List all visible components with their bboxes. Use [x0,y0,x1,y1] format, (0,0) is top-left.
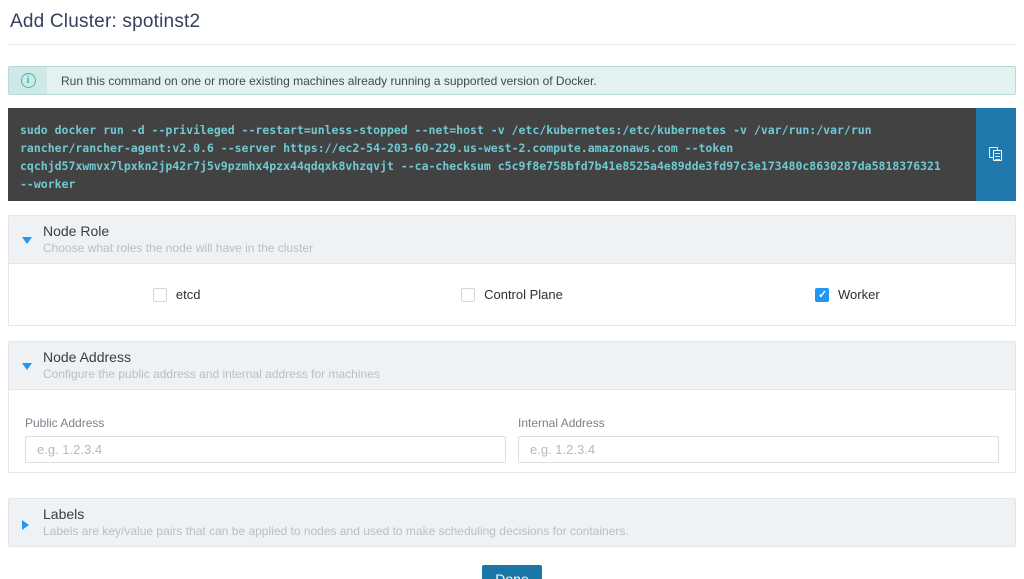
page-title: Add Cluster: spotinst2 [8,0,1016,33]
node-role-section: Node Role Choose what roles the node wil… [8,215,1016,326]
checkbox-worker[interactable]: Worker [815,287,880,302]
internal-address-label: Internal Address [518,416,999,430]
control-plane-label: Control Plane [484,287,563,302]
docker-command-block: sudo docker run -d --privileged --restar… [8,108,1016,201]
public-address-field-group: Public Address [25,416,506,463]
title-divider [8,44,1016,45]
internal-address-input[interactable] [518,436,999,463]
node-address-subtitle: Configure the public address and interna… [43,367,1003,381]
node-role-title: Node Role [43,223,1003,239]
add-cluster-page: Add Cluster: spotinst2 i Run this comman… [0,0,1024,579]
checkbox-etcd[interactable]: etcd [153,287,201,302]
node-role-options: etcd Control Plane Worker [9,263,1015,325]
chevron-down-icon [22,363,32,370]
banner-text: Run this command on one or more existing… [47,67,597,94]
done-button[interactable]: Done [482,565,541,579]
internal-address-field-group: Internal Address [518,416,999,463]
public-address-label: Public Address [25,416,506,430]
copy-command-button[interactable] [976,108,1016,201]
node-address-header[interactable]: Node Address Configure the public addres… [9,342,1015,389]
chevron-right-icon [22,520,29,530]
node-role-subtitle: Choose what roles the node will have in … [43,241,1003,255]
docker-command-text: sudo docker run -d --privileged --restar… [8,108,976,201]
info-icon: i [21,73,36,88]
etcd-checkbox[interactable] [153,288,167,302]
node-address-section: Node Address Configure the public addres… [8,341,1016,473]
worker-label: Worker [838,287,880,302]
node-address-fields: Public Address Internal Address [9,389,1015,472]
clipboard-copy-icon [988,147,1004,163]
node-address-title: Node Address [43,349,1003,365]
info-icon-cell: i [9,67,47,94]
control-plane-checkbox[interactable] [461,288,475,302]
etcd-label: etcd [176,287,201,302]
labels-title: Labels [43,506,1003,522]
node-role-header[interactable]: Node Role Choose what roles the node wil… [9,216,1015,263]
labels-section: Labels Labels are key/value pairs that c… [8,498,1016,547]
labels-header[interactable]: Labels Labels are key/value pairs that c… [9,499,1015,546]
worker-checkbox[interactable] [815,288,829,302]
chevron-down-icon [22,237,32,244]
footer: Done [8,565,1016,579]
checkbox-control-plane[interactable]: Control Plane [461,287,563,302]
info-banner: i Run this command on one or more existi… [8,66,1016,95]
labels-subtitle: Labels are key/value pairs that can be a… [43,524,1003,538]
public-address-input[interactable] [25,436,506,463]
